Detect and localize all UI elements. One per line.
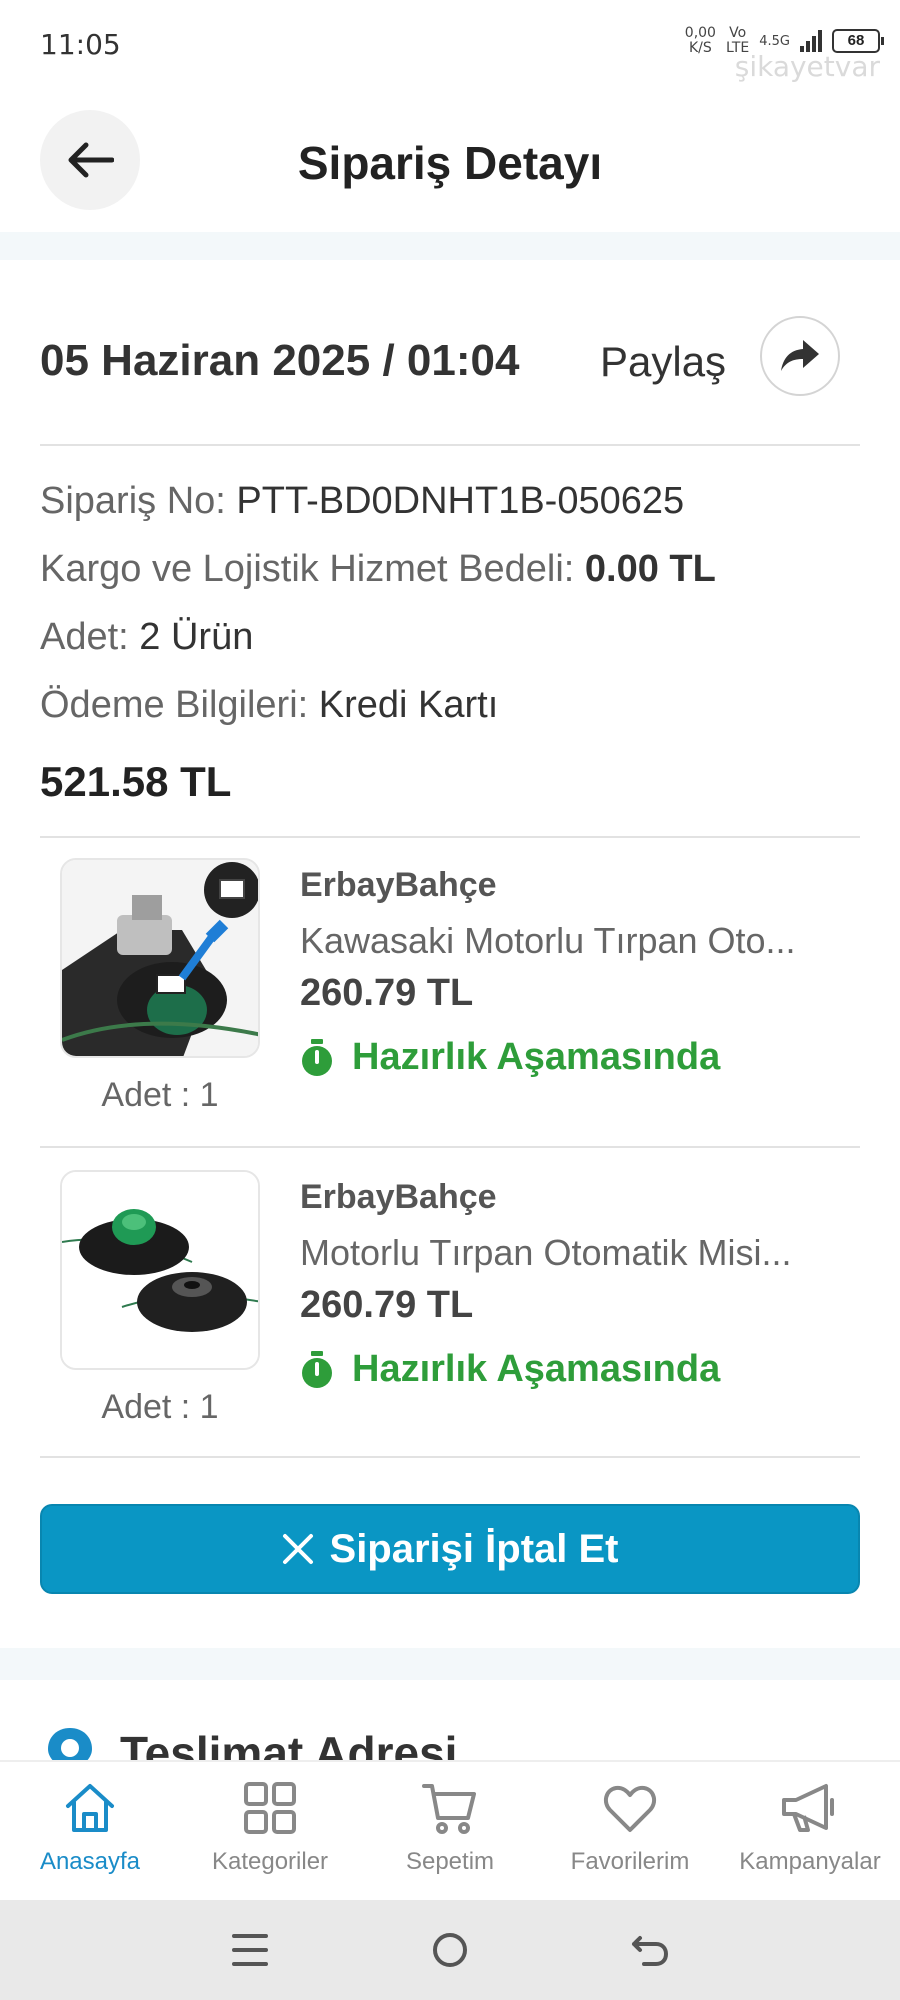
product-name[interactable]: Kawasaki Motorlu Tırpan Oto... xyxy=(300,920,796,962)
nav-campaigns[interactable]: Kampanyalar xyxy=(720,1762,900,1900)
section-separator xyxy=(0,232,900,260)
home-icon xyxy=(66,1784,114,1832)
nav-categories[interactable]: Kategoriler xyxy=(180,1762,360,1900)
product-seller[interactable]: ErbayBahçe xyxy=(300,866,497,905)
product-status: Hazırlık Aşamasında xyxy=(300,1348,720,1391)
timer-icon xyxy=(302,1038,332,1076)
network-type: 4.5G xyxy=(759,33,790,49)
share-icon xyxy=(781,340,819,371)
product-image[interactable] xyxy=(60,1170,260,1370)
trimmer-head-image xyxy=(62,860,258,1056)
payment-info: Ödeme Bilgileri: Kredi Kartı xyxy=(40,684,499,726)
cancel-order-label: Siparişi İptal Et xyxy=(329,1526,619,1571)
divider xyxy=(40,1456,860,1458)
nav-home[interactable]: Anasayfa xyxy=(0,1762,180,1900)
home-circle-icon[interactable] xyxy=(430,1930,470,1970)
grid-icon xyxy=(244,1782,296,1834)
page-title: Sipariş Detayı xyxy=(297,137,603,189)
section-separator xyxy=(0,1648,900,1680)
divider xyxy=(40,1146,860,1148)
order-number: Sipariş No: PTT-BD0DNHT1B-050625 xyxy=(40,480,685,522)
header: Sipariş Detayı xyxy=(0,100,900,230)
status-time: 11:05 xyxy=(40,28,121,61)
system-navigation-bar xyxy=(0,1900,900,2000)
product-price: 260.79 TL xyxy=(300,1284,474,1326)
close-icon xyxy=(282,1534,313,1564)
status-bar: 11:05 0,00 K/S Vo LTE 4.5G 68 şikayetvar xyxy=(0,0,900,90)
heart-icon xyxy=(603,1785,657,1832)
recent-apps-icon[interactable] xyxy=(230,1932,270,1968)
product-name[interactable]: Motorlu Tırpan Otomatik Misi... xyxy=(300,1232,791,1274)
trimmer-heads-image xyxy=(62,1172,258,1368)
system-back-icon[interactable] xyxy=(630,1932,670,1968)
item-count: Adet: 2 Ürün xyxy=(40,616,254,658)
product-image[interactable] xyxy=(60,858,260,1058)
order-total: 521.58 TL xyxy=(40,758,232,805)
divider xyxy=(40,444,860,446)
product-price: 260.79 TL xyxy=(300,972,474,1014)
divider xyxy=(40,836,860,838)
timer-icon xyxy=(302,1350,332,1388)
product-seller[interactable]: ErbayBahçe xyxy=(300,1178,497,1217)
nav-cart[interactable]: Sepetim xyxy=(360,1762,540,1900)
product-quantity: Adet : 1 xyxy=(101,1076,219,1114)
share-label[interactable]: Paylaş xyxy=(600,338,726,386)
watermark: şikayetvar xyxy=(734,50,880,83)
network-speed: 0,00 K/S xyxy=(684,25,716,56)
product-quantity: Adet : 1 xyxy=(101,1388,219,1426)
nav-favorites[interactable]: Favorilerim xyxy=(540,1762,720,1900)
product-status: Hazırlık Aşamasında xyxy=(300,1036,720,1079)
bottom-navigation: Anasayfa Kategoriler Sepetim Favorilerim… xyxy=(0,1760,900,1900)
share-button[interactable] xyxy=(760,316,840,396)
shipping-fee: Kargo ve Lojistik Hizmet Bedeli: 0.00 TL xyxy=(40,548,716,590)
signal-icon xyxy=(800,30,822,52)
order-date: 05 Haziran 2025 / 01:04 xyxy=(40,336,520,385)
product-item[interactable]: Adet : 1 ErbayBahçe Motorlu Tırpan Otoma… xyxy=(40,1170,860,1470)
product-item[interactable]: Adet : 1 ErbayBahçe Kawasaki Motorlu Tır… xyxy=(40,858,860,1158)
megaphone-icon xyxy=(782,1784,834,1832)
cart-icon xyxy=(422,1784,476,1834)
cancel-order-button[interactable]: Siparişi İptal Et xyxy=(40,1504,860,1594)
